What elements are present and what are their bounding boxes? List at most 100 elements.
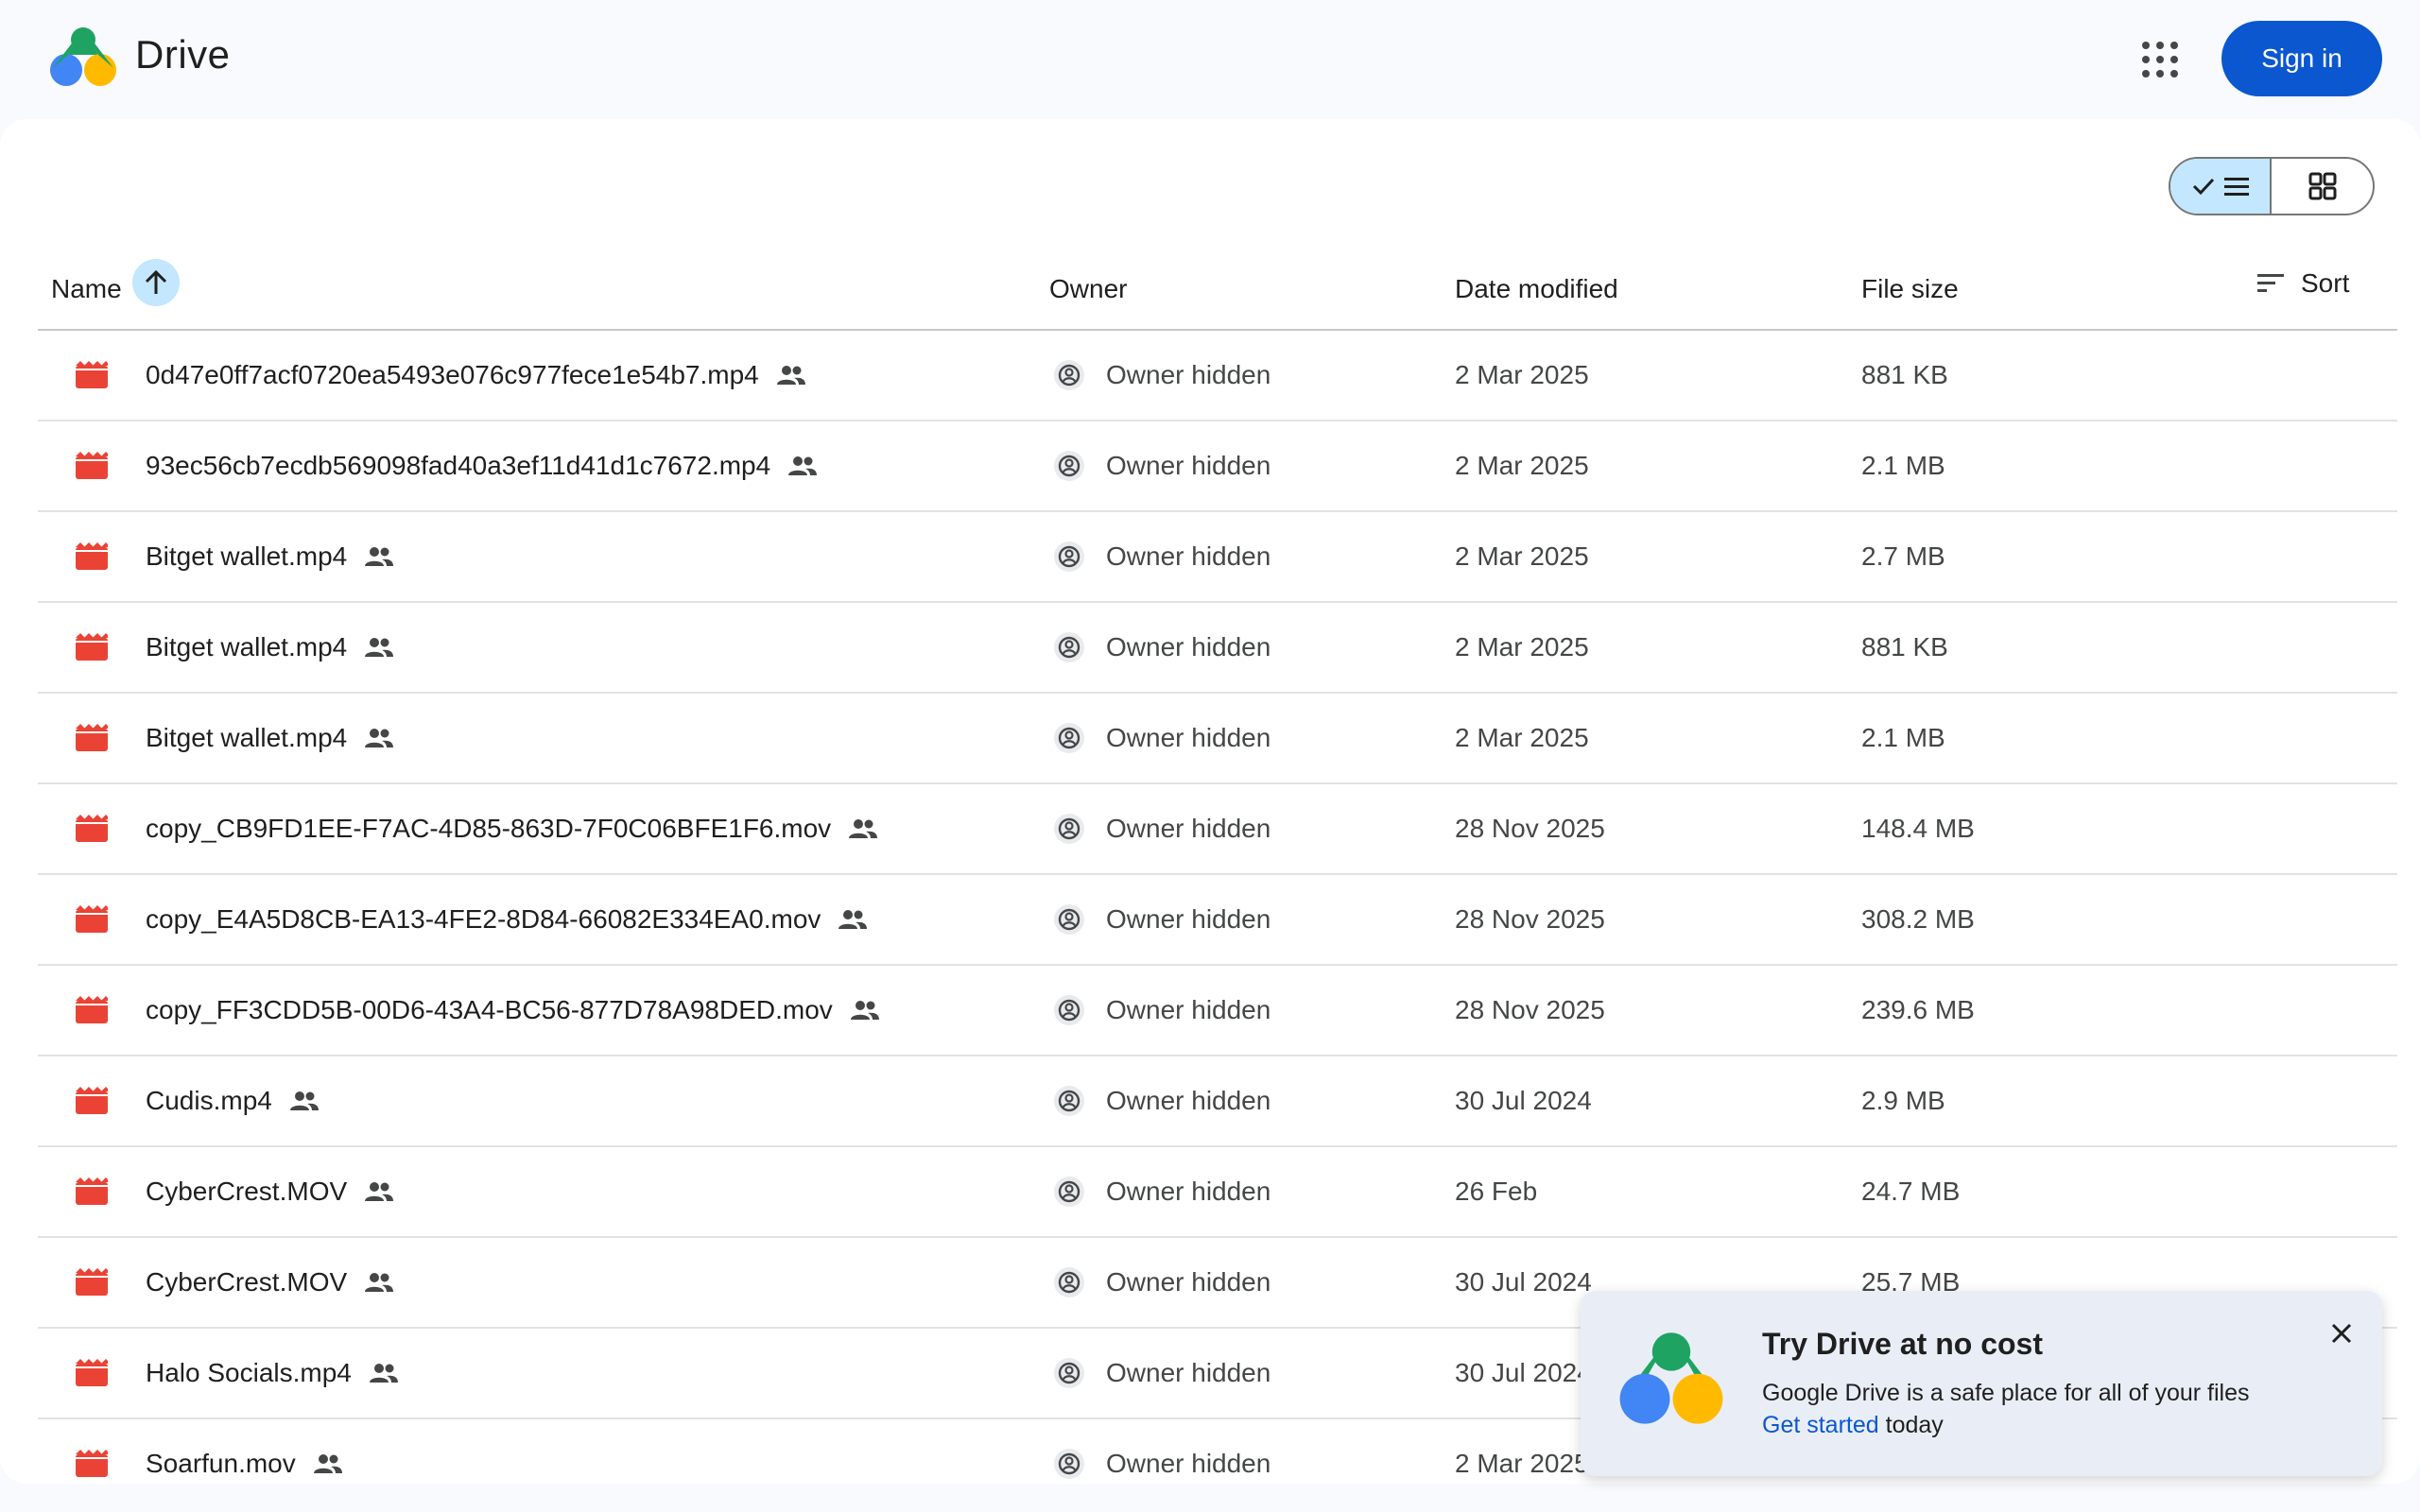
view-toggle [2169, 157, 2375, 215]
shared-icon [850, 999, 880, 1022]
owner-text: Owner hidden [1106, 1177, 1271, 1206]
date-column-header[interactable]: Date modified [1455, 274, 1618, 304]
shared-icon [364, 545, 394, 568]
video-file-icon [74, 784, 110, 873]
file-size: 2.9 MB [1861, 1086, 1945, 1115]
list-view-button[interactable] [2170, 159, 2272, 214]
owner-text: Owner hidden [1106, 541, 1271, 571]
video-file-icon [74, 331, 110, 420]
file-name-cell[interactable]: copy_FF3CDD5B-00D6-43A4-BC56-877D78A98DE… [146, 966, 880, 1055]
file-name-cell[interactable]: Bitget wallet.mp4 [146, 512, 394, 601]
top-bar: Drive Sign in [0, 0, 2420, 119]
video-file-icon [74, 421, 110, 510]
table-row[interactable]: Bitget wallet.mp4 Owner hidden 2 Mar 2025 2… [38, 512, 2397, 603]
date-modified: 2 Mar 2025 [1455, 451, 1589, 480]
file-name: Soarfun.mov [146, 1449, 296, 1478]
shared-icon [776, 364, 806, 387]
app-brand: Drive [135, 32, 231, 77]
close-icon[interactable] [2327, 1319, 2356, 1348]
file-name-cell[interactable]: Cudis.mp4 [146, 1057, 320, 1145]
file-name-cell[interactable]: Halo Socials.mp4 [146, 1329, 399, 1418]
file-size: 2.1 MB [1861, 451, 1945, 480]
owner-text: Owner hidden [1106, 814, 1271, 843]
owner-cell: Owner hidden [1053, 694, 1270, 782]
date-modified: 2 Mar 2025 [1455, 360, 1589, 389]
file-name-cell[interactable]: 93ec56cb7ecdb569098fad40a3ef11d41d1c7672… [146, 421, 818, 510]
name-column-header[interactable]: Name [51, 274, 122, 304]
owner-text: Owner hidden [1106, 1358, 1271, 1387]
owner-cell: Owner hidden [1053, 1147, 1270, 1236]
file-name-cell[interactable]: 0d47e0ff7acf0720ea5493e076c977fece1e54b7… [146, 331, 806, 420]
table-row[interactable]: copy_E4A5D8CB-EA13-4FE2-8D84-66082E334EA… [38, 875, 2397, 966]
video-file-icon [74, 966, 110, 1055]
table-row[interactable]: copy_FF3CDD5B-00D6-43A4-BC56-877D78A98DE… [38, 966, 2397, 1057]
owner-text: Owner hidden [1106, 632, 1271, 662]
video-file-icon [74, 1419, 110, 1484]
file-list-panel: Name Owner Date modified File size Sort … [0, 119, 2420, 1484]
table-header: Name Owner Date modified File size Sort [38, 249, 2397, 331]
drive-logo-icon [1619, 1332, 1723, 1424]
shared-icon [364, 1271, 394, 1294]
table-row[interactable]: Bitget wallet.mp4 Owner hidden 2 Mar 2025 2… [38, 694, 2397, 784]
file-name: Halo Socials.mp4 [146, 1358, 352, 1387]
file-name-cell[interactable]: CyberCrest.MOV [146, 1147, 394, 1236]
file-size: 881 KB [1861, 632, 1948, 662]
owner-avatar-icon [1053, 1085, 1085, 1117]
video-file-icon [74, 875, 110, 964]
file-name: Bitget wallet.mp4 [146, 541, 348, 571]
video-file-icon [74, 1238, 110, 1327]
owner-cell: Owner hidden [1053, 331, 1270, 420]
owner-text: Owner hidden [1106, 1449, 1271, 1478]
owner-avatar-icon [1053, 994, 1085, 1026]
file-name: Bitget wallet.mp4 [146, 632, 348, 662]
size-column-header[interactable]: File size [1861, 274, 1959, 304]
file-name-cell[interactable]: copy_E4A5D8CB-EA13-4FE2-8D84-66082E334EA… [146, 875, 868, 964]
promo-suffix: today [1878, 1412, 1944, 1438]
file-name-cell[interactable]: Bitget wallet.mp4 [146, 603, 394, 692]
grid-view-button[interactable] [2272, 159, 2373, 214]
get-started-link[interactable]: Get started [1762, 1412, 1879, 1438]
date-modified: 28 Nov 2025 [1455, 904, 1605, 934]
date-modified: 26 Feb [1455, 1177, 1538, 1206]
file-name-cell[interactable]: Bitget wallet.mp4 [146, 694, 394, 782]
table-row[interactable]: copy_CB9FD1EE-F7AC-4D85-863D-7F0C06BFE1F… [38, 784, 2397, 875]
file-size: 148.4 MB [1861, 814, 1975, 843]
file-name: 93ec56cb7ecdb569098fad40a3ef11d41d1c7672… [146, 451, 771, 480]
video-file-icon [74, 1147, 110, 1236]
owner-avatar-icon [1053, 1357, 1085, 1389]
owner-text: Owner hidden [1106, 904, 1271, 934]
table-row[interactable]: Cudis.mp4 Owner hidden 30 Jul 2024 2.9 MB [38, 1057, 2397, 1147]
promo-text: Google Drive is a safe place for all of … [1762, 1380, 2250, 1406]
file-name-cell[interactable]: copy_CB9FD1EE-F7AC-4D85-863D-7F0C06BFE1F… [146, 784, 878, 873]
date-modified: 2 Mar 2025 [1455, 723, 1589, 752]
owner-avatar-icon [1053, 1176, 1085, 1208]
table-row[interactable]: 93ec56cb7ecdb569098fad40a3ef11d41d1c7672… [38, 421, 2397, 512]
owner-avatar-icon [1053, 631, 1085, 663]
date-modified: 30 Jul 2024 [1455, 1358, 1592, 1387]
file-size: 24.7 MB [1861, 1177, 1961, 1206]
table-row[interactable]: Bitget wallet.mp4 Owner hidden 2 Mar 2025 8… [38, 603, 2397, 694]
sort-button[interactable]: Sort [2257, 268, 2349, 299]
file-size: 881 KB [1861, 360, 1948, 389]
sort-ascending-icon[interactable] [132, 259, 180, 306]
google-apps-icon[interactable] [2142, 42, 2178, 77]
sort-icon [2257, 274, 2284, 292]
date-modified: 2 Mar 2025 [1455, 541, 1589, 571]
shared-icon [848, 817, 878, 840]
file-name: copy_E4A5D8CB-EA13-4FE2-8D84-66082E334EA… [146, 904, 821, 934]
sign-in-button[interactable]: Sign in [2221, 21, 2382, 96]
owner-text: Owner hidden [1106, 1086, 1271, 1115]
drive-logo-icon[interactable] [49, 26, 117, 89]
video-file-icon [74, 512, 110, 601]
owner-avatar-icon [1053, 450, 1085, 482]
table-row[interactable]: 0d47e0ff7acf0720ea5493e076c977fece1e54b7… [38, 331, 2397, 421]
owner-cell: Owner hidden [1053, 421, 1270, 510]
file-name-cell[interactable]: CyberCrest.MOV [146, 1238, 394, 1327]
table-row[interactable]: CyberCrest.MOV Owner hidden 26 Feb 24.7 MB [38, 1147, 2397, 1238]
owner-text: Owner hidden [1106, 360, 1271, 389]
shared-icon [364, 1180, 394, 1203]
owner-text: Owner hidden [1106, 1267, 1271, 1297]
shared-icon [369, 1362, 399, 1384]
video-file-icon [74, 603, 110, 692]
file-name-cell[interactable]: Soarfun.mov [146, 1419, 343, 1484]
